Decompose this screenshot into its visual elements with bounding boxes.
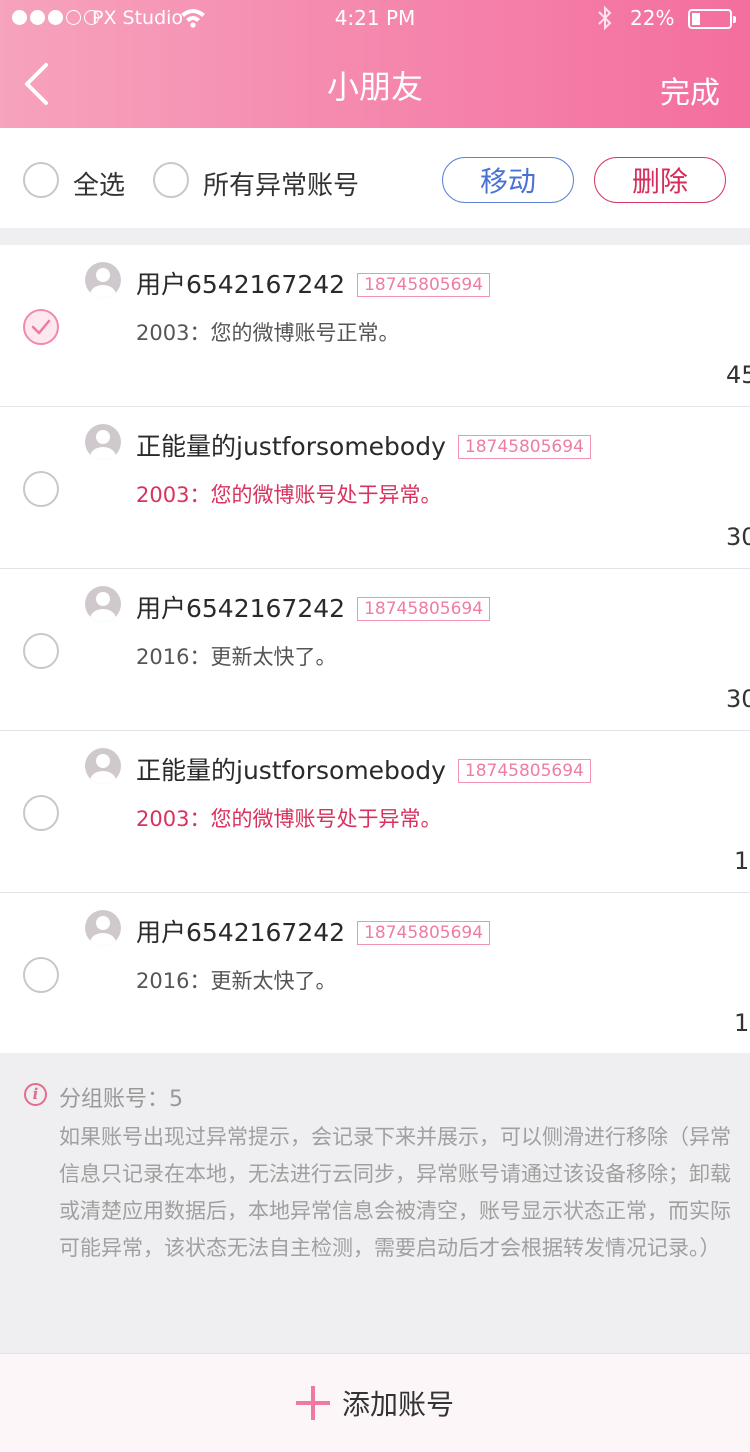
account-name: 用户6542167242 18745805694 xyxy=(136,265,491,301)
row-select-radio[interactable] xyxy=(23,957,59,993)
info-icon: i xyxy=(24,1083,47,1106)
account-count: 10 xyxy=(734,847,750,875)
avatar-icon xyxy=(85,748,121,784)
account-status-message: 2003：您的微博账号处于异常。 xyxy=(136,483,442,507)
avatar-icon xyxy=(85,424,121,460)
phone-badge: 18745805694 xyxy=(457,435,591,459)
row-select-radio[interactable] xyxy=(23,309,59,345)
select-all-radio[interactable] xyxy=(23,162,59,198)
account-name-text: 用户6542167242 xyxy=(136,270,346,299)
app-header: PX Studio 4:21 PM 22% 小朋友 完成 xyxy=(0,0,750,128)
account-row[interactable]: 用户6542167242 18745805694 2016：更新太快了。 10 xyxy=(0,893,750,1055)
avatar-icon xyxy=(85,910,121,946)
account-row[interactable]: 用户6542167242 18745805694 2003：您的微博账号正常。 4… xyxy=(0,245,750,407)
account-name-text: 正能量的justforsomebody xyxy=(136,432,446,461)
select-all-label[interactable]: 全选 xyxy=(73,165,125,202)
account-name: 用户6542167242 18745805694 xyxy=(136,589,491,625)
all-abnormal-radio[interactable] xyxy=(153,162,189,198)
account-status-message: 2016：更新太快了。 xyxy=(136,969,337,993)
account-list: 用户6542167242 18745805694 2003：您的微博账号正常。 4… xyxy=(0,245,750,1055)
avatar-icon xyxy=(85,262,121,298)
avatar-icon xyxy=(85,586,121,622)
account-count: 45 xyxy=(726,361,750,389)
action-toolbar: 全选 所有异常账号 移动 删除 xyxy=(0,128,750,228)
add-account-label: 添加账号 xyxy=(341,1388,454,1421)
account-status-message: 2003：您的微博账号处于异常。 xyxy=(136,807,442,831)
info-panel: i 分组账号：5 如果账号出现过异常提示，会记录下来并展示，可以侧滑进行移除（异… xyxy=(0,1053,750,1353)
phone-badge: 18745805694 xyxy=(357,597,491,621)
bluetooth-icon xyxy=(596,4,614,37)
plus-icon xyxy=(295,1386,330,1420)
phone-badge: 18745805694 xyxy=(457,759,591,783)
account-name-text: 用户6542167242 xyxy=(136,594,346,623)
account-status-message: 2016：更新太快了。 xyxy=(136,645,337,669)
account-status-message: 2003：您的微博账号正常。 xyxy=(136,321,400,345)
account-count: 30 xyxy=(726,685,750,713)
info-description: 如果账号出现过异常提示，会记录下来并展示，可以侧滑进行移除（异常信息只记录在本地… xyxy=(59,1125,731,1260)
move-button[interactable]: 移动 xyxy=(442,157,574,203)
account-name: 用户6542167242 18745805694 xyxy=(136,913,491,949)
delete-button[interactable]: 删除 xyxy=(594,157,726,203)
battery-icon xyxy=(688,9,736,29)
status-bar: PX Studio 4:21 PM 22% xyxy=(0,0,750,40)
row-select-radio[interactable] xyxy=(23,795,59,831)
phone-badge: 18745805694 xyxy=(357,273,491,297)
phone-badge: 18745805694 xyxy=(357,921,491,945)
page-title: 小朋友 xyxy=(326,68,423,106)
account-name-text: 用户6542167242 xyxy=(136,918,346,947)
account-name: 正能量的justforsomebody 18745805694 xyxy=(136,751,591,787)
account-row[interactable]: 正能量的justforsomebody 18745805694 2003：您的微博… xyxy=(0,731,750,893)
account-name-text: 正能量的justforsomebody xyxy=(136,756,446,785)
group-count-title: 分组账号：5 xyxy=(59,1087,183,1112)
account-count: 30 xyxy=(726,523,750,551)
account-row[interactable]: 用户6542167242 18745805694 2016：更新太快了。 30 xyxy=(0,569,750,731)
row-select-radio[interactable] xyxy=(23,633,59,669)
check-icon xyxy=(31,319,51,335)
add-account-button[interactable]: 添加账号 xyxy=(0,1353,750,1452)
account-name: 正能量的justforsomebody 18745805694 xyxy=(136,427,591,463)
row-select-radio[interactable] xyxy=(23,471,59,507)
account-count: 10 xyxy=(734,1009,750,1037)
account-row[interactable]: 正能量的justforsomebody 18745805694 2003：您的微博… xyxy=(0,407,750,569)
done-button[interactable]: 完成 xyxy=(660,68,720,112)
battery-percentage: 22% xyxy=(630,6,675,30)
all-abnormal-label[interactable]: 所有异常账号 xyxy=(203,165,359,202)
